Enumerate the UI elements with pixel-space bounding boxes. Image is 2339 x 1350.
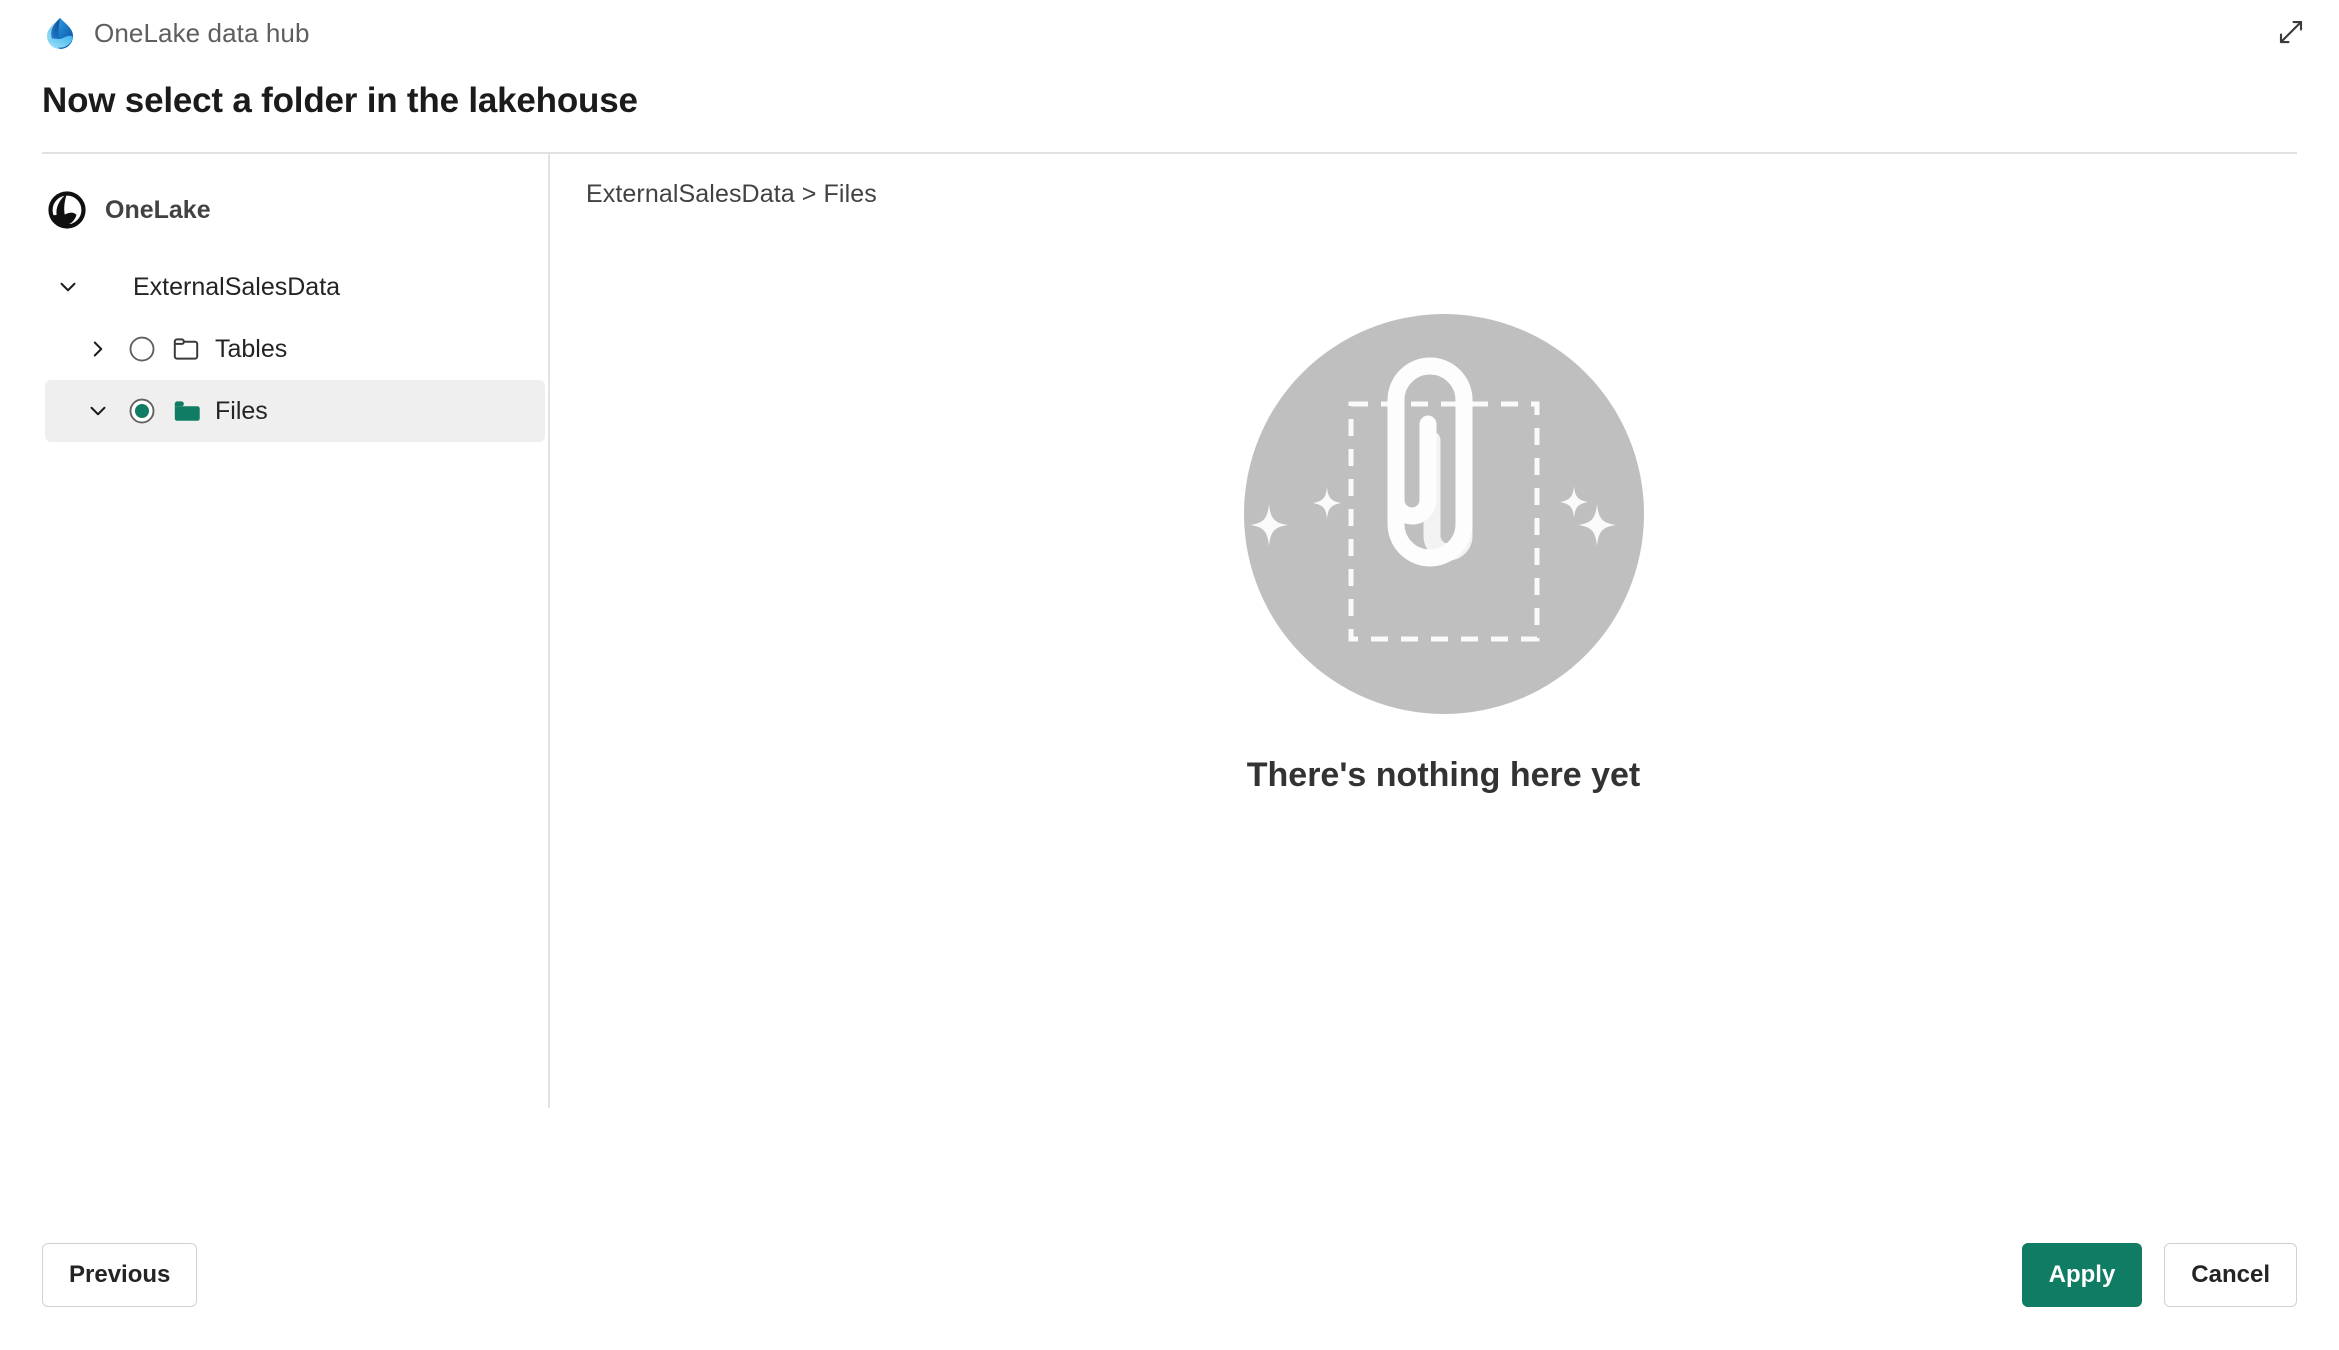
tree-item-label: Files bbox=[215, 396, 268, 425]
cancel-button[interactable]: Cancel bbox=[2164, 1243, 2297, 1307]
folder-tree-sidebar: OneLake ExternalSalesData Tables Files bbox=[0, 154, 548, 1200]
onelake-root-label: OneLake bbox=[105, 195, 211, 224]
onelake-root-item[interactable]: OneLake bbox=[0, 180, 548, 240]
chevron-down-icon[interactable] bbox=[45, 274, 91, 300]
chevron-down-icon[interactable] bbox=[75, 398, 121, 424]
onelake-folder-picker-dialog: OneLake data hub Now select a folder in … bbox=[0, 0, 2339, 1350]
empty-state-message: There's nothing here yet bbox=[1246, 756, 1641, 794]
tree-item-tables[interactable]: Tables bbox=[45, 318, 545, 380]
page-title: Now select a folder in the lakehouse bbox=[42, 81, 638, 120]
chevron-right-icon[interactable] bbox=[75, 336, 121, 362]
folder-tree: ExternalSalesData Tables Files bbox=[0, 256, 548, 442]
previous-button[interactable]: Previous bbox=[42, 1243, 198, 1307]
breadcrumb: ExternalSalesData > Files bbox=[586, 180, 877, 208]
tree-item-files[interactable]: Files bbox=[45, 380, 545, 442]
folder-outline-icon bbox=[163, 333, 209, 365]
onelake-droplet-logo-icon bbox=[42, 15, 78, 51]
apply-button[interactable]: Apply bbox=[2021, 1243, 2143, 1307]
paperclip-empty-folder-illustration-icon bbox=[1243, 314, 1644, 714]
folder-filled-icon bbox=[163, 395, 209, 427]
dialog-header: OneLake data hub bbox=[0, 0, 2339, 66]
radio-files[interactable] bbox=[121, 396, 163, 426]
radio-tables[interactable] bbox=[121, 334, 163, 364]
expand-diagonal-icon bbox=[2276, 17, 2306, 47]
onelake-circle-icon bbox=[45, 188, 89, 232]
empty-state: There's nothing here yet bbox=[548, 314, 2339, 795]
tree-item-label: Tables bbox=[215, 334, 288, 363]
expand-dialog-button[interactable] bbox=[2267, 8, 2315, 56]
dialog-header-title: OneLake data hub bbox=[94, 17, 310, 48]
content-pane: ExternalSalesData > Files There's nothin… bbox=[548, 154, 2339, 1200]
footer-actions: Apply Cancel bbox=[2021, 1200, 2297, 1350]
tree-item-label: ExternalSalesData bbox=[133, 272, 341, 301]
tree-item-externalsalesdata[interactable]: ExternalSalesData bbox=[45, 256, 545, 318]
dialog-footer: Previous Apply Cancel bbox=[0, 1200, 2339, 1350]
dialog-body: OneLake ExternalSalesData Tables Files E… bbox=[0, 154, 2339, 1200]
